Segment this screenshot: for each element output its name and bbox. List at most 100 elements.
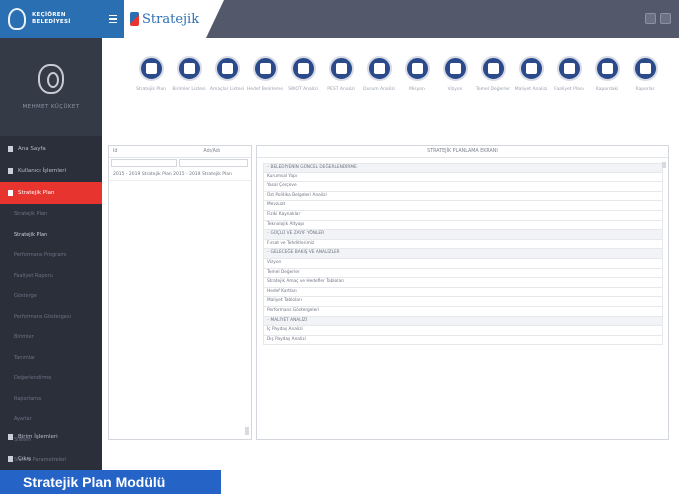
- row-id: 2015 - 2019 Stratejik Plan: [113, 172, 172, 177]
- toolbar-button-5[interactable]: PEST Analizi: [322, 56, 360, 126]
- toolbar-button-label: Misyon: [409, 87, 425, 92]
- toolbar-button-label: Rapordaki: [595, 87, 619, 92]
- tree-group-row[interactable]: GÜÇLÜ VE ZAYIF YÖNLER: [263, 230, 663, 240]
- folder-icon: [176, 56, 202, 81]
- network-icon: [252, 56, 278, 81]
- tool-glyph: [525, 63, 537, 74]
- tool-glyph: [221, 63, 233, 74]
- toolbar-button-6[interactable]: Durum Analizi: [360, 56, 398, 126]
- tree-item-row[interactable]: Performans Göstergeleri: [263, 306, 663, 317]
- tree-item-row[interactable]: Yasal Çerçeve: [263, 182, 663, 192]
- planning-tree: BELEDİYENİN GÜNCEL DEĞERLENDİRMEKurumsal…: [263, 163, 663, 346]
- sidebar-item-icon: [8, 146, 13, 152]
- toolbar-button-8[interactable]: Vizyon: [436, 56, 474, 126]
- sidebar-subitem[interactable]: Performans Programı: [0, 245, 102, 266]
- tree-item-row[interactable]: Hedef Kartları: [263, 287, 663, 298]
- sidebar-subitem[interactable]: Stratejik Plan: [0, 225, 102, 246]
- tool-glyph: [183, 63, 195, 74]
- notification-icon[interactable]: [645, 13, 656, 24]
- toolbar-button-4[interactable]: SWOT Analizi: [284, 56, 322, 126]
- planning-panel: STRATEJİK PLANLAMA EKRANI BELEDİYENİN GÜ…: [256, 145, 669, 440]
- toolbar-button-2[interactable]: Amaçlar Listesi: [208, 56, 246, 126]
- toolbar-button-label: Durum Analizi: [363, 87, 395, 92]
- toolbar-button-label: Amaçlar Listesi: [209, 87, 245, 92]
- sidebar-item-label: Ana Sayfa: [18, 146, 46, 152]
- tree-item-row[interactable]: İç Paydaş Analizi: [263, 326, 663, 336]
- brand-name: Stratejik: [142, 11, 200, 27]
- sidebar-item-label: Stratejik Plan: [18, 190, 55, 196]
- sidebar-item-2[interactable]: Stratejik Plan: [0, 182, 102, 204]
- toolbar-button-12[interactable]: Rapordaki: [588, 56, 626, 126]
- sidebar-bottom-nav: Birim İşlemleri Çıkış: [0, 426, 102, 470]
- sidebar-bottom-item[interactable]: Birim İşlemleri: [0, 426, 102, 448]
- menu-toggle-button[interactable]: [102, 0, 124, 38]
- toolbar-button-label: Faaliyet Planı: [554, 87, 584, 92]
- sidebar-item-1[interactable]: Kullanıcı İşlemleri: [0, 160, 102, 182]
- brand[interactable]: Stratejik: [124, 0, 224, 38]
- caption-banner: Stratejik Plan Modülü: [0, 470, 221, 494]
- tree-item-row[interactable]: Kurumsal Yapı: [263, 172, 663, 183]
- tree-item-row[interactable]: Teknolojik Altyapı: [263, 220, 663, 231]
- logo-text: KEÇİÖREN BELEDİYESİ: [32, 12, 71, 26]
- column-header-id[interactable]: Id: [109, 149, 169, 154]
- toolbar-button-3[interactable]: Hedef Belirleme: [246, 56, 284, 126]
- tree-item-row[interactable]: Üst Politika Belgeleri Analizi: [263, 191, 663, 202]
- tree-group-row[interactable]: MALİYET ANALİZİ: [263, 316, 663, 327]
- table-row[interactable]: 2015 - 2019 Stratejik Plan 2015 - 2019 S…: [109, 169, 251, 181]
- sidebar-subitem[interactable]: Stratejik Plan: [0, 204, 102, 225]
- tool-glyph: [373, 63, 385, 74]
- tree-item-row[interactable]: Vizyon: [263, 258, 663, 269]
- column-header-name[interactable]: Adı/Adı: [169, 149, 251, 154]
- sidebar-item-0[interactable]: Ana Sayfa: [0, 138, 102, 160]
- chart-icon: [594, 56, 620, 81]
- tree-item-row[interactable]: Stratejik Amaç ve Hedefler Tabloları: [263, 278, 663, 288]
- toolbar-button-0[interactable]: Stratejik Plan: [132, 56, 170, 126]
- toolbar-button-11[interactable]: Faaliyet Planı: [550, 56, 588, 126]
- tree-item-row[interactable]: Fiziki Kaynaklar: [263, 210, 663, 221]
- tree-item-row[interactable]: Dış Paydaş Analizi: [263, 335, 663, 346]
- brand-logo-icon: [130, 12, 139, 26]
- tree-group-row[interactable]: GELECEĞE BAKIŞ VE ANALİZLER: [263, 249, 663, 259]
- scrollbar[interactable]: [245, 427, 249, 435]
- app-frame: KEÇİÖREN BELEDİYESİ MEHMET KÜÇÜKET Ana S…: [0, 0, 679, 494]
- sidebar-subitem[interactable]: Gösterge: [0, 286, 102, 307]
- toolbar-button-7[interactable]: Misyon: [398, 56, 436, 126]
- sidebar-subitem[interactable]: Tanımlar: [0, 348, 102, 369]
- filter-input-id[interactable]: [111, 159, 178, 167]
- sidebar-subitem[interactable]: Birimler: [0, 327, 102, 348]
- topbar: Stratejik: [102, 0, 679, 38]
- sidebar-item-label: Kullanıcı İşlemleri: [18, 168, 67, 174]
- shield-icon: [480, 56, 506, 81]
- sidebar-bottom-item[interactable]: Çıkış: [0, 448, 102, 470]
- tree-item-row[interactable]: Fırsat ve Tehditlerimiz: [263, 239, 663, 250]
- sidebar-item-icon: [8, 168, 13, 174]
- scrollbar[interactable]: [662, 162, 666, 168]
- toolbar-button-10[interactable]: Maliyet Analizi: [512, 56, 550, 126]
- sidebar: KEÇİÖREN BELEDİYESİ MEHMET KÜÇÜKET Ana S…: [0, 0, 102, 470]
- sidebar-subitem[interactable]: Raporlama: [0, 389, 102, 410]
- toolbar-button-1[interactable]: Birimler Listesi: [170, 56, 208, 126]
- toolbar-button-label: Maliyet Analizi: [514, 87, 548, 92]
- toolbar-button-9[interactable]: Temel Değerler: [474, 56, 512, 126]
- filter-input-name[interactable]: [179, 159, 249, 167]
- grid-color-icon: [328, 56, 354, 81]
- tool-glyph: [335, 63, 347, 74]
- sidebar-subitem[interactable]: Değerlendirme: [0, 368, 102, 389]
- sidebar-subitem[interactable]: Performans Göstergesi: [0, 307, 102, 328]
- sidebar-subitem[interactable]: Faaliyet Raporu: [0, 266, 102, 287]
- tree-item-row[interactable]: Maliyet Tabloları: [263, 297, 663, 307]
- tool-glyph: [411, 63, 423, 74]
- logo-bar[interactable]: KEÇİÖREN BELEDİYESİ: [0, 0, 102, 38]
- toolbar-button-label: Stratejik Plan: [136, 87, 166, 92]
- plan-list-header: Id Adı/Adı: [109, 146, 251, 158]
- eye-icon: [442, 56, 468, 81]
- toolbar-button-13[interactable]: Raporlar: [626, 56, 664, 126]
- tree-item-row[interactable]: Mevzuat: [263, 201, 663, 211]
- plan-list-rows: 2015 - 2019 Stratejik Plan 2015 - 2019 S…: [109, 169, 251, 181]
- tree-group-row[interactable]: BELEDİYENİN GÜNCEL DEĞERLENDİRME: [263, 163, 663, 173]
- logo-text-line2: BELEDİYESİ: [32, 19, 71, 25]
- tree-item-row[interactable]: Temel Değerler: [263, 268, 663, 279]
- avatar[interactable]: [38, 64, 64, 94]
- settings-icon[interactable]: [660, 13, 671, 24]
- sidebar-item-label: Çıkış: [18, 456, 31, 462]
